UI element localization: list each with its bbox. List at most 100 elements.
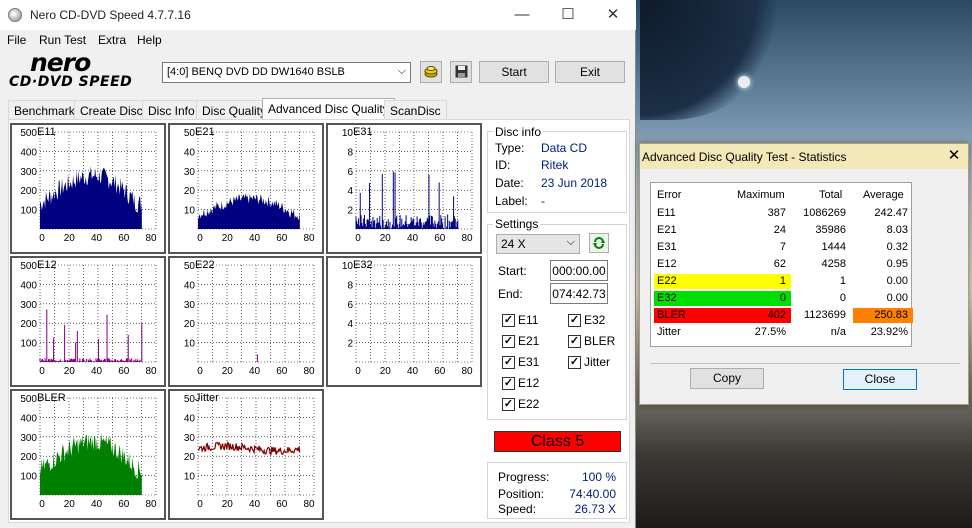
app-disc-icon bbox=[8, 8, 22, 22]
menu-file[interactable]: File bbox=[7, 33, 26, 47]
y-tick-label: 10 bbox=[184, 206, 196, 217]
title-bar[interactable]: Nero CD-DVD Speed 4.7.7.16 — ☐ ✕ bbox=[0, 0, 636, 30]
minimize-button[interactable]: — bbox=[499, 0, 545, 30]
tab-create-disc[interactable]: Create Disc bbox=[74, 100, 149, 120]
divider bbox=[650, 363, 960, 364]
x-tick-label: 40 bbox=[249, 499, 261, 510]
y-tick-label: 40 bbox=[184, 413, 196, 424]
checkbox-e21[interactable]: ✓ bbox=[502, 335, 515, 348]
x-tick-label: 40 bbox=[91, 499, 103, 510]
y-tick-label: 2 bbox=[347, 339, 353, 350]
cell-total: 0 bbox=[839, 292, 846, 304]
start-time-input[interactable]: 000:00.00 bbox=[550, 260, 608, 281]
class-badge: Class 5 bbox=[494, 431, 621, 452]
statistics-title: Advanced Disc Quality Test - Statistics bbox=[642, 150, 847, 164]
y-tick-label: 40 bbox=[184, 147, 196, 158]
x-tick-label: 80 bbox=[303, 366, 315, 377]
end-time-input[interactable]: 074:42.73 bbox=[550, 283, 608, 304]
settings-title: Settings bbox=[493, 217, 541, 231]
x-tick-label: 40 bbox=[249, 233, 261, 244]
chevron-down-icon: ⌵ bbox=[566, 236, 575, 248]
chart-e21: 50 40 30 20 10 0 20 40 60 80 E21 bbox=[168, 123, 324, 254]
x-tick-label: 60 bbox=[276, 366, 288, 377]
refresh-button[interactable] bbox=[589, 233, 609, 253]
checkbox-e32[interactable]: ✓ bbox=[568, 314, 581, 327]
y-tick-label: 200 bbox=[20, 186, 37, 197]
checkbox-bler[interactable]: ✓ bbox=[568, 335, 581, 348]
cell-error: BLER bbox=[657, 309, 686, 321]
checkbox-e11[interactable]: ✓ bbox=[502, 314, 515, 327]
y-tick-label: 400 bbox=[20, 413, 37, 424]
maximize-button[interactable]: ☐ bbox=[545, 0, 591, 30]
chart-bler: 500 400 300 200 100 0 20 40 60 80 BLER bbox=[10, 389, 166, 520]
menu-help[interactable]: Help bbox=[137, 33, 162, 47]
drive-info-button[interactable] bbox=[420, 61, 442, 83]
drive-select-value: [4:0] BENQ DVD DD DW1640 BSLB bbox=[167, 66, 345, 78]
x-tick-label: 80 bbox=[303, 499, 315, 510]
y-tick-label: 100 bbox=[20, 472, 37, 483]
tab-advanced-disc-quality[interactable]: Advanced Disc Quality bbox=[262, 98, 395, 120]
position-label: Position: bbox=[498, 487, 545, 501]
y-tick-label: 200 bbox=[20, 452, 37, 463]
wallpaper-moon bbox=[738, 76, 750, 88]
close-stats-button[interactable]: Close bbox=[843, 369, 917, 390]
exit-button[interactable]: Exit bbox=[555, 61, 625, 83]
statistics-close-icon[interactable]: ✕ bbox=[942, 146, 966, 166]
x-tick-label: 20 bbox=[222, 366, 234, 377]
menu-extra[interactable]: Extra bbox=[98, 33, 126, 47]
menu-run-test[interactable]: Run Test bbox=[39, 33, 86, 47]
x-tick-label: 60 bbox=[276, 233, 288, 244]
checkbox-jitter[interactable]: ✓ bbox=[568, 356, 581, 369]
close-button[interactable]: ✕ bbox=[590, 0, 636, 30]
y-tick-label: 200 bbox=[20, 319, 37, 330]
y-tick-label: 300 bbox=[20, 300, 37, 311]
cd-dvd-speed-logo: CD·DVD SPEED bbox=[9, 74, 133, 90]
save-button[interactable] bbox=[450, 61, 472, 83]
tab-scandisc[interactable]: ScanDisc bbox=[384, 100, 447, 120]
y-tick-label: 300 bbox=[20, 167, 37, 178]
x-tick-label: 80 bbox=[145, 499, 157, 510]
chart-title: BLER bbox=[37, 392, 66, 404]
stats-row-e31: E31 7 1444 0.32 bbox=[656, 240, 912, 257]
checkbox-label-bler: BLER bbox=[584, 334, 616, 348]
header-total: Total bbox=[819, 189, 843, 201]
cell-avg: 242.47 bbox=[874, 207, 908, 219]
stats-row-e32: E32 0 0 0.00 bbox=[654, 291, 912, 308]
series-area bbox=[198, 193, 300, 229]
y-tick-label: 8 bbox=[347, 280, 353, 291]
x-tick-label: 60 bbox=[118, 366, 130, 377]
stats-row-e21: E21 24 35986 8.03 bbox=[656, 223, 912, 240]
x-tick-label: 40 bbox=[407, 233, 419, 244]
y-tick-label: 20 bbox=[184, 319, 196, 330]
x-tick-label: 80 bbox=[145, 233, 157, 244]
chart-e31-plot: 1086420 20 40 60 80 bbox=[342, 128, 473, 244]
checkbox-e22[interactable]: ✓ bbox=[502, 398, 515, 411]
chart-title: E21 bbox=[195, 126, 215, 138]
speed-select[interactable]: 24 X ⌵ bbox=[496, 234, 580, 254]
statistics-title-bar[interactable]: Advanced Disc Quality Test - Statistics … bbox=[640, 144, 968, 169]
disc-stack-icon bbox=[424, 66, 438, 78]
cell-error: E12 bbox=[657, 258, 677, 270]
drive-select[interactable]: [4:0] BENQ DVD DD DW1640 BSLB ⌵ bbox=[162, 62, 411, 83]
chart-e22-plot: 50 40 30 20 10 0 20 40 60 80 bbox=[184, 261, 315, 377]
cell-avg: 0.00 bbox=[886, 275, 908, 287]
nero-logo: nero bbox=[30, 48, 91, 77]
tab-disc-info[interactable]: Disc Info bbox=[142, 100, 201, 120]
chart-e32: 10 8 6 4 2 0 20 40 60 80 E32 bbox=[326, 256, 482, 387]
chart-e11-plot: 500 400 300 200 100 0 20 40 60 80 bbox=[20, 128, 157, 244]
checkbox-e31[interactable]: ✓ bbox=[502, 356, 515, 369]
chart-title: Jitter bbox=[195, 392, 219, 404]
chart-e12-plot: 500 400 300 200 100 0 20 40 60 80 bbox=[20, 261, 157, 377]
chart-e31: 10 8 6 4 2 0 20 40 60 80 E31 bbox=[326, 123, 482, 254]
x-tick-label: 20 bbox=[64, 233, 76, 244]
y-tick-label: 8 bbox=[347, 147, 353, 158]
tab-benchmark[interactable]: Benchmark bbox=[8, 100, 81, 120]
start-button[interactable]: Start bbox=[479, 61, 549, 83]
cell-error: E11 bbox=[657, 207, 676, 219]
x-tick-label: 20 bbox=[64, 366, 76, 377]
y-tick-label: 4 bbox=[347, 319, 353, 330]
checkbox-e12[interactable]: ✓ bbox=[502, 377, 515, 390]
tab-disc-quality[interactable]: Disc Quality bbox=[196, 100, 273, 120]
chart-e21-plot: 50 40 30 20 10 0 20 40 60 80 bbox=[184, 128, 315, 244]
copy-button[interactable]: Copy bbox=[690, 368, 764, 389]
